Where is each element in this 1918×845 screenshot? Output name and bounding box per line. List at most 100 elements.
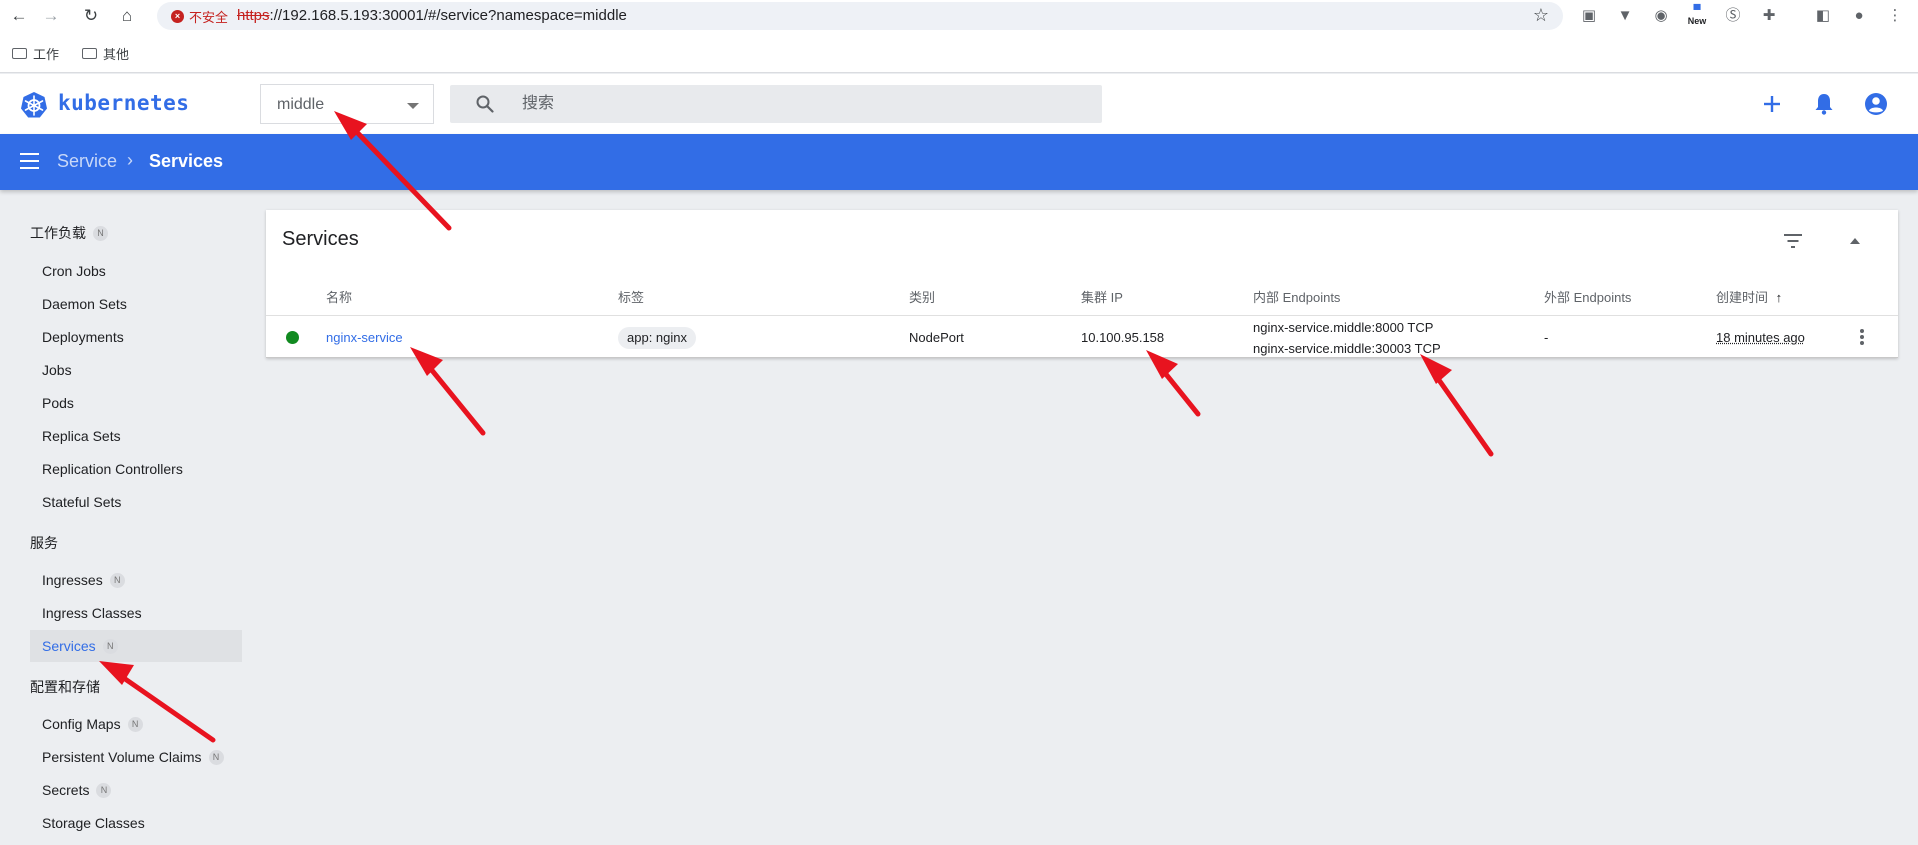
sidebar-item-label: Secrets (42, 782, 90, 798)
sidebar-item-ingresses[interactable]: Ingresses N (30, 564, 242, 596)
extension-new-icon[interactable]: ▀ New (1686, 5, 1708, 27)
sidebar-item-pods[interactable]: Pods (30, 387, 242, 419)
column-header-name[interactable]: 名称 (326, 287, 352, 306)
cluster-ip: 10.100.95.158 (1081, 330, 1165, 345)
extension-tab-icon[interactable]: ▣ (1578, 5, 1600, 27)
sidebar-item-config-maps[interactable]: Config Maps N (30, 708, 242, 740)
extension-circle-icon[interactable]: ◉ (1650, 5, 1672, 27)
sidebar-item-replication-controllers[interactable]: Replication Controllers (30, 453, 242, 485)
namespaced-badge: N (109, 572, 125, 588)
internal-endpoint-1: nginx-service.middle:8000 TCP (1253, 320, 1434, 335)
namespaced-badge: N (96, 782, 112, 798)
kubernetes-logo-icon[interactable] (20, 91, 48, 119)
column-header-internal-endpoints: 内部 Endpoints (1253, 290, 1341, 305)
brand-name[interactable]: kubernetes (58, 91, 189, 115)
reload-icon[interactable]: ↻ (80, 5, 102, 27)
sidebar-item-jobs[interactable]: Jobs (30, 354, 242, 386)
sidebar-item-label: Ingresses (42, 572, 103, 588)
column-header-type: 类别 (909, 290, 936, 305)
sidebar-item-storage-classes[interactable]: Storage Classes (30, 807, 242, 839)
row-actions-kebab-icon[interactable] (1860, 329, 1864, 347)
service-type: NodePort (909, 330, 964, 345)
sidebar-section-workloads[interactable]: 工作负载 N (30, 223, 108, 243)
sidebar-item-replica-sets[interactable]: Replica Sets (30, 420, 242, 452)
url-path: ://192.168.5.193:30001/#/service?namespa… (269, 7, 627, 24)
notifications-bell-icon[interactable] (1811, 91, 1837, 117)
breadcrumb-parent[interactable]: Service (57, 151, 117, 172)
extensions-puzzle-icon[interactable]: ✚ (1758, 5, 1780, 27)
sidebar-item-ingress-classes[interactable]: Ingress Classes (30, 597, 242, 629)
breadcrumb-bar: Service › Services (0, 134, 1918, 190)
sidebar-item-services[interactable]: Services N (30, 630, 242, 662)
address-bar[interactable]: × 不安全 https://192.168.5.193:30001/#/serv… (157, 2, 1563, 30)
label-chip: app: nginx (618, 327, 696, 349)
sidebar-item-label: Config Maps (42, 716, 121, 732)
filter-icon[interactable] (1782, 232, 1804, 250)
sidebar-item-stateful-sets[interactable]: Stateful Sets (30, 486, 242, 518)
arrow-to-cluster-ip (1146, 350, 1201, 417)
section-title: 配置和存储 (30, 679, 100, 695)
breadcrumb-separator-icon: › (127, 150, 133, 170)
back-icon[interactable]: ← (8, 5, 30, 27)
status-ok-icon (286, 331, 299, 344)
column-header-label: 创建时间 (1716, 290, 1769, 305)
chevron-down-icon (407, 103, 419, 109)
service-name-link[interactable]: nginx-service (326, 330, 403, 345)
security-label: 不安全 (189, 9, 229, 25)
namespaced-badge: N (93, 225, 108, 241)
home-icon[interactable]: ⌂ (116, 5, 138, 27)
arrow-to-service-name (410, 347, 486, 436)
namespaced-badge: N (127, 716, 143, 732)
forward-icon[interactable]: → (40, 5, 62, 27)
namespace-value: middle (277, 96, 325, 113)
search-icon (476, 95, 494, 113)
url-scheme: https (237, 7, 270, 24)
url-text[interactable]: https://192.168.5.193:30001/#/service?na… (237, 7, 627, 24)
menu-hamburger-icon[interactable] (20, 153, 39, 169)
search-box[interactable] (450, 85, 1102, 123)
column-header-created[interactable]: 创建时间 ↑ (1716, 287, 1782, 306)
sort-arrow-up-icon: ↑ (1775, 290, 1783, 305)
table-header: 名称 标签 类别 集群 IP 内部 Endpoints 外部 Endpoints… (266, 276, 1898, 316)
account-circle-icon[interactable] (1863, 91, 1889, 117)
folder-icon (82, 48, 97, 59)
sidebar: 工作负载 N Cron Jobs Daemon Sets Deployments… (0, 190, 250, 845)
add-icon[interactable] (1759, 91, 1785, 117)
column-header-cluster-ip: 集群 IP (1081, 290, 1123, 305)
collapse-caret-icon[interactable] (1850, 238, 1860, 244)
warning-icon: × (171, 9, 184, 23)
external-endpoints: - (1544, 330, 1549, 345)
namespace-select[interactable]: middle (260, 84, 434, 124)
sidebar-section-services[interactable]: 服务 (30, 533, 58, 553)
namespaced-badge: N (102, 638, 118, 654)
folder-icon (12, 48, 27, 59)
bookmark-folder-work[interactable]: 工作 (12, 44, 59, 63)
app-toolbar: kubernetes middle (0, 74, 1918, 134)
sidebar-item-label: Persistent Volume Claims (42, 749, 202, 765)
side-panel-icon[interactable]: ◧ (1812, 5, 1834, 27)
sidebar-item-daemon-sets[interactable]: Daemon Sets (30, 288, 242, 320)
section-title: 工作负载 (30, 225, 86, 241)
extension-s-icon[interactable]: Ⓢ (1722, 5, 1744, 27)
security-indicator[interactable]: × 不安全 (165, 6, 236, 26)
bookmark-folder-other[interactable]: 其他 (82, 44, 129, 63)
sidebar-item-persistent-volume-claims[interactable]: Persistent Volume Claims N (30, 741, 242, 773)
section-title: 服务 (30, 535, 58, 551)
created-time: 18 minutes ago (1716, 330, 1805, 345)
bookmark-label: 其他 (103, 47, 130, 62)
card-title: Services (282, 228, 359, 250)
bookmark-star-icon[interactable]: ☆ (1533, 5, 1549, 26)
sidebar-item-cron-jobs[interactable]: Cron Jobs (30, 255, 242, 287)
extension-new-label: New (1687, 16, 1707, 26)
browser-menu-icon[interactable]: ⋮ (1884, 5, 1906, 27)
namespaced-badge: N (208, 749, 224, 765)
sidebar-section-config-storage[interactable]: 配置和存储 (30, 677, 100, 697)
search-input[interactable] (522, 92, 1082, 116)
sidebar-item-secrets[interactable]: Secrets N (30, 774, 242, 806)
table-row[interactable]: nginx-service app: nginx NodePort 10.100… (266, 316, 1898, 358)
sidebar-item-deployments[interactable]: Deployments (30, 321, 242, 353)
bookmark-label: 工作 (33, 47, 60, 62)
profile-icon[interactable]: ● (1848, 5, 1870, 27)
extension-vue-icon[interactable]: ▼ (1614, 5, 1636, 27)
browser-toolbar: ← → ↻ ⌂ × 不安全 https://192.168.5.193:3000… (0, 0, 1918, 33)
